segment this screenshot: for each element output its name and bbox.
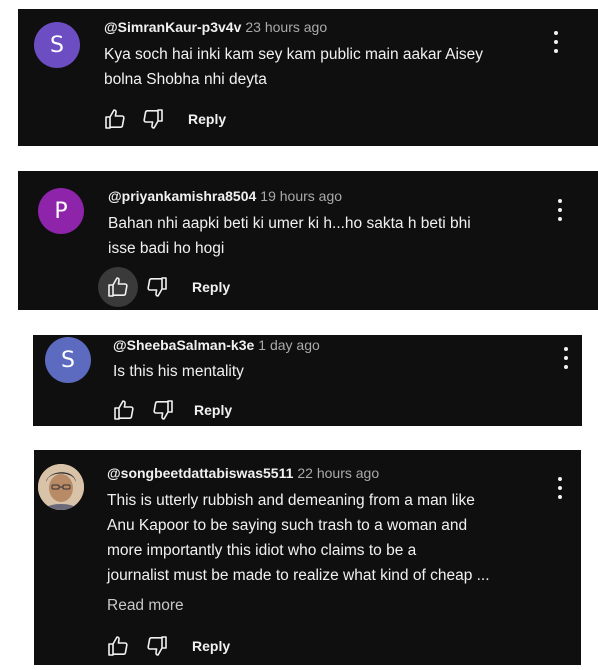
comment-line: Is this his mentality [113, 363, 244, 380]
thumbs-down-icon[interactable] [144, 274, 170, 300]
more-vertical-icon[interactable] [563, 347, 569, 369]
comment-actions: Reply [105, 274, 230, 300]
comment-line: Bahan nhi aapki beti ki umer ki h...ho s… [108, 215, 471, 232]
author-handle[interactable]: @SimranKaur-p3v4v [104, 19, 241, 35]
comment-card: S @SheebaSalman-k3e 1 day ago Is this his… [33, 335, 582, 426]
comment-actions: Reply [111, 397, 232, 423]
avatar[interactable]: P [38, 188, 84, 234]
thumbs-down-icon[interactable] [150, 397, 176, 423]
thumbs-up-icon[interactable] [102, 106, 128, 132]
comment-card: P @priyankamishra8504 19 hours ago Bahan … [18, 171, 598, 310]
reply-button[interactable]: Reply [188, 111, 226, 127]
author-handle[interactable]: @SheebaSalman-k3e [113, 337, 254, 353]
comment-card: S @SimranKaur-p3v4v 23 hours ago Kya soch… [18, 9, 598, 146]
comment-line: journalist must be made to realize what … [107, 567, 490, 584]
comment-header: @priyankamishra8504 19 hours ago [108, 188, 342, 204]
thumbs-down-icon[interactable] [144, 633, 170, 659]
comment-header: @SheebaSalman-k3e 1 day ago [113, 337, 320, 353]
timestamp[interactable]: 23 hours ago [245, 19, 327, 35]
comment-header: @SimranKaur-p3v4v 23 hours ago [104, 19, 327, 35]
comment-line: bolna Shobha nhi deyta [104, 71, 267, 88]
timestamp[interactable]: 19 hours ago [260, 188, 342, 204]
timestamp[interactable]: 1 day ago [258, 337, 320, 353]
more-vertical-icon[interactable] [553, 31, 559, 53]
comment-text: Kya soch hai inki kam sey kam public mai… [104, 42, 483, 92]
comment-text: This is utterly rubbish and demeaning fr… [107, 488, 490, 588]
thumbs-down-icon[interactable] [140, 106, 166, 132]
comment-line: more importantly this idiot who claims t… [107, 542, 417, 559]
comment-line: isse badi ho hogi [108, 240, 225, 257]
thumbs-up-icon[interactable] [105, 274, 131, 300]
comment-header: @songbeetdattabiswas5511 22 hours ago [107, 465, 379, 481]
thumbs-up-icon[interactable] [105, 633, 131, 659]
comment-line: This is utterly rubbish and demeaning fr… [107, 492, 475, 509]
comment-text: Bahan nhi aapki beti ki umer ki h...ho s… [108, 211, 471, 261]
avatar[interactable] [38, 464, 84, 510]
avatar[interactable]: S [45, 337, 91, 383]
reply-button[interactable]: Reply [192, 638, 230, 654]
comment-line: Anu Kapoor to be saying such trash to a … [107, 517, 468, 534]
avatar-photo [38, 464, 84, 510]
comment-actions: Reply [102, 106, 226, 132]
comment-actions: Reply [105, 633, 230, 659]
comment-card: @songbeetdattabiswas5511 22 hours ago Thi… [34, 450, 581, 665]
read-more-link[interactable]: Read more [107, 597, 184, 615]
more-vertical-icon[interactable] [557, 477, 563, 499]
more-vertical-icon[interactable] [557, 199, 563, 221]
timestamp[interactable]: 22 hours ago [297, 465, 379, 481]
avatar[interactable]: S [34, 22, 80, 68]
comment-line: Kya soch hai inki kam sey kam public mai… [104, 46, 484, 63]
reply-button[interactable]: Reply [194, 402, 232, 418]
author-handle[interactable]: @priyankamishra8504 [108, 188, 256, 204]
author-handle[interactable]: @songbeetdattabiswas5511 [107, 465, 293, 481]
reply-button[interactable]: Reply [192, 279, 230, 295]
comment-text: Is this his mentality [113, 359, 244, 384]
thumbs-up-icon[interactable] [111, 397, 137, 423]
